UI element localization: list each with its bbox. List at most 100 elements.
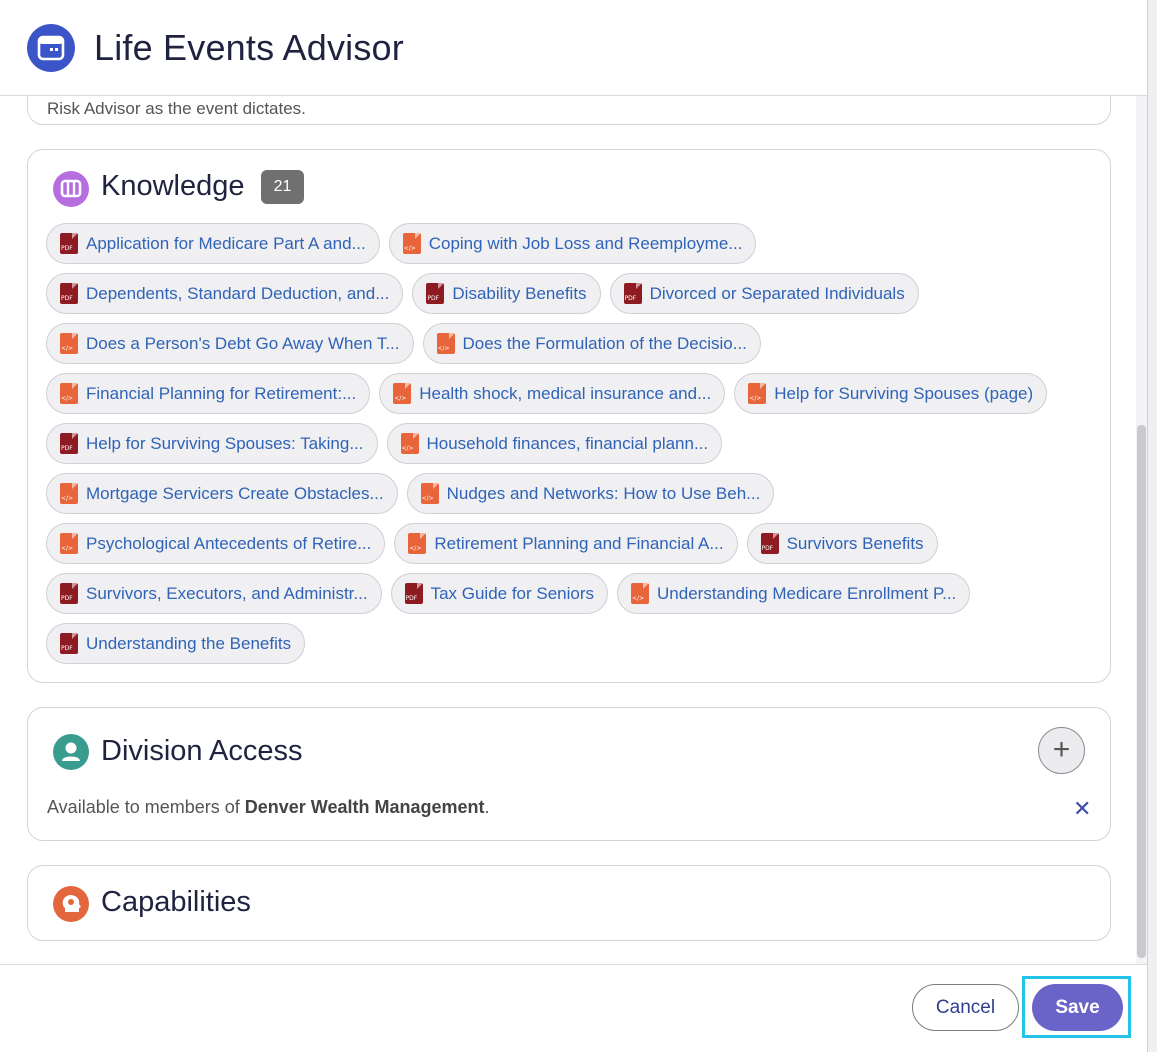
knowledge-chip-label: Help for Surviving Spouses: Taking... (86, 433, 364, 453)
html-file-icon: </> (631, 583, 650, 604)
knowledge-count-badge: 21 (261, 170, 304, 204)
knowledge-chip-label: Application for Medicare Part A and... (86, 233, 366, 253)
division-availability-text: Available to members of Denver Wealth Ma… (47, 797, 490, 818)
knowledge-chip-label: Understanding the Benefits (86, 633, 292, 653)
availability-prefix: Available to members of (47, 797, 245, 817)
description-card: Risk Advisor as the event dictates. (27, 96, 1111, 125)
html-file-icon: </> (408, 533, 427, 554)
knowledge-chip[interactable]: </> Mortgage Servicers Create Obstacles..… (46, 473, 398, 514)
gear-head-icon (53, 886, 89, 922)
knowledge-chip[interactable]: PDF Dependents, Standard Deduction, and..… (46, 273, 404, 314)
dialog-footer: Cancel Save (0, 964, 1147, 1052)
knowledge-chip-label: Financial Planning for Retirement:... (86, 383, 357, 403)
pdf-file-icon: PDF (404, 583, 423, 604)
knowledge-chip[interactable]: </> Understanding Medicare Enrollment P..… (617, 573, 971, 614)
pdf-file-icon: PDF (623, 283, 642, 304)
calendar-window-icon (27, 24, 75, 72)
html-file-icon: </> (400, 433, 419, 454)
knowledge-chip-row: PDF Survivors, Executors, and Administr..… (46, 573, 1096, 614)
knowledge-chip-label: Mortgage Servicers Create Obstacles... (86, 483, 384, 503)
knowledge-chip-label: Help for Surviving Spouses (page) (774, 383, 1034, 403)
person-icon (53, 734, 89, 770)
add-division-button[interactable]: + (1038, 727, 1085, 774)
dialog-title: Life Events Advisor (94, 27, 404, 68)
knowledge-chip[interactable]: </> Retirement Planning and Financial A..… (394, 523, 738, 564)
knowledge-chip[interactable]: PDF Survivors Benefits (746, 523, 938, 564)
knowledge-chip[interactable]: </> Psychological Antecedents of Retire..… (46, 523, 386, 564)
knowledge-chip[interactable]: </> Does a Person's Debt Go Away When T..… (46, 323, 414, 364)
pdf-file-icon: PDF (60, 233, 78, 254)
division-access-title: Division Access (101, 735, 303, 767)
knowledge-chip[interactable]: PDF Understanding the Benefits (46, 623, 306, 664)
knowledge-chip-label: Coping with Job Loss and Reemployme... (428, 233, 743, 253)
pdf-file-icon: PDF (60, 283, 78, 304)
division-name: Denver Wealth Management (244, 797, 485, 817)
pdf-file-icon: PDF (426, 283, 445, 304)
knowledge-chip-label: Tax Guide for Seniors (430, 583, 595, 603)
html-file-icon: </> (60, 383, 78, 404)
html-file-icon: </> (436, 333, 455, 354)
window-edge (1147, 0, 1157, 1052)
scrollbar-thumb[interactable] (1137, 425, 1146, 958)
html-file-icon: </> (420, 483, 439, 504)
remove-division-button[interactable]: ✕ (1073, 796, 1091, 822)
capabilities-title: Capabilities (101, 886, 251, 918)
knowledge-chip[interactable]: PDF Tax Guide for Seniors (390, 573, 609, 614)
knowledge-chip[interactable]: PDF Application for Medicare Part A and..… (46, 223, 380, 264)
knowledge-chip[interactable]: </> Does the Formulation of the Decisio..… (422, 323, 761, 364)
knowledge-chip-row: PDF Understanding the Benefits (46, 623, 1096, 664)
knowledge-chip-row: </> Psychological Antecedents of Retire..… (46, 523, 1096, 564)
knowledge-chip[interactable]: </> Nudges and Networks: How to Use Beh..… (406, 473, 775, 514)
knowledge-chip-label: Survivors, Executors, and Administr... (86, 583, 368, 603)
knowledge-chip[interactable]: </> Health shock, medical insurance and..… (379, 373, 726, 414)
knowledge-chip-label: Psychological Antecedents of Retire... (86, 533, 372, 553)
pdf-file-icon: PDF (60, 633, 78, 654)
pdf-file-icon: PDF (760, 533, 779, 554)
knowledge-chip-label: Dependents, Standard Deduction, and... (86, 283, 390, 303)
html-file-icon: </> (60, 483, 78, 504)
html-file-icon: </> (393, 383, 412, 404)
pdf-file-icon: PDF (60, 583, 78, 604)
capabilities-section[interactable]: Capabilities (27, 865, 1111, 941)
knowledge-chip-row: PDF Application for Medicare Part A and..… (46, 223, 1096, 264)
knowledge-chip[interactable]: </> Household finances, financial plann..… (386, 423, 723, 464)
knowledge-chip-row: </> Mortgage Servicers Create Obstacles..… (46, 473, 1096, 514)
knowledge-chip-label: Disability Benefits (452, 283, 587, 303)
html-file-icon: </> (402, 233, 421, 254)
description-text: Risk Advisor as the event dictates. (47, 99, 306, 118)
knowledge-chip[interactable]: </> Coping with Job Loss and Reemployme..… (388, 223, 757, 264)
knowledge-chip[interactable]: </> Financial Planning for Retirement:... (46, 373, 371, 414)
book-icon (53, 171, 89, 207)
knowledge-chip-label: Understanding Medicare Enrollment P... (657, 583, 957, 603)
knowledge-chip[interactable]: </> Help for Surviving Spouses (page) (734, 373, 1048, 414)
knowledge-chip[interactable]: PDF Survivors, Executors, and Administr..… (46, 573, 382, 614)
knowledge-section: Knowledge 21 PDF Application for Medicare… (27, 149, 1111, 683)
knowledge-chip-row: </> Financial Planning for Retirement:...… (46, 373, 1096, 414)
knowledge-chip-row: PDF Dependents, Standard Deduction, and..… (46, 273, 1096, 314)
knowledge-chip-label: Retirement Planning and Financial A... (434, 533, 724, 553)
html-file-icon: </> (60, 533, 78, 554)
cancel-button[interactable]: Cancel (912, 984, 1019, 1031)
knowledge-chip[interactable]: PDF Help for Surviving Spouses: Taking... (46, 423, 378, 464)
knowledge-chip-label: Does a Person's Debt Go Away When T... (86, 333, 400, 353)
knowledge-chip-row: PDF Help for Surviving Spouses: Taking...… (46, 423, 1096, 464)
save-button[interactable]: Save (1032, 984, 1123, 1031)
dialog-header: Life Events Advisor (0, 0, 1147, 96)
availability-suffix: . (484, 797, 490, 817)
knowledge-chip[interactable]: PDF Disability Benefits (412, 273, 601, 314)
division-access-section: Division Access + Available to members o… (27, 707, 1111, 841)
knowledge-chip-label: Survivors Benefits (786, 533, 924, 553)
knowledge-chip-label: Health shock, medical insurance and... (419, 383, 712, 403)
knowledge-title: Knowledge (101, 170, 245, 202)
knowledge-chip-label: Nudges and Networks: How to Use Beh... (446, 483, 761, 503)
html-file-icon: </> (60, 333, 78, 354)
knowledge-chip-label: Divorced or Separated Individuals (649, 283, 905, 303)
knowledge-chip-row: </> Does a Person's Debt Go Away When T..… (46, 323, 1096, 364)
knowledge-chip-list: PDF Application for Medicare Part A and..… (46, 223, 1096, 673)
html-file-icon: </> (748, 383, 767, 404)
knowledge-chip-label: Does the Formulation of the Decisio... (462, 333, 747, 353)
knowledge-chip[interactable]: PDF Divorced or Separated Individuals (609, 273, 919, 314)
knowledge-chip-label: Household finances, financial plann... (426, 433, 709, 453)
pdf-file-icon: PDF (60, 433, 78, 454)
dialog-body: Risk Advisor as the event dictates. Know… (0, 96, 1147, 964)
